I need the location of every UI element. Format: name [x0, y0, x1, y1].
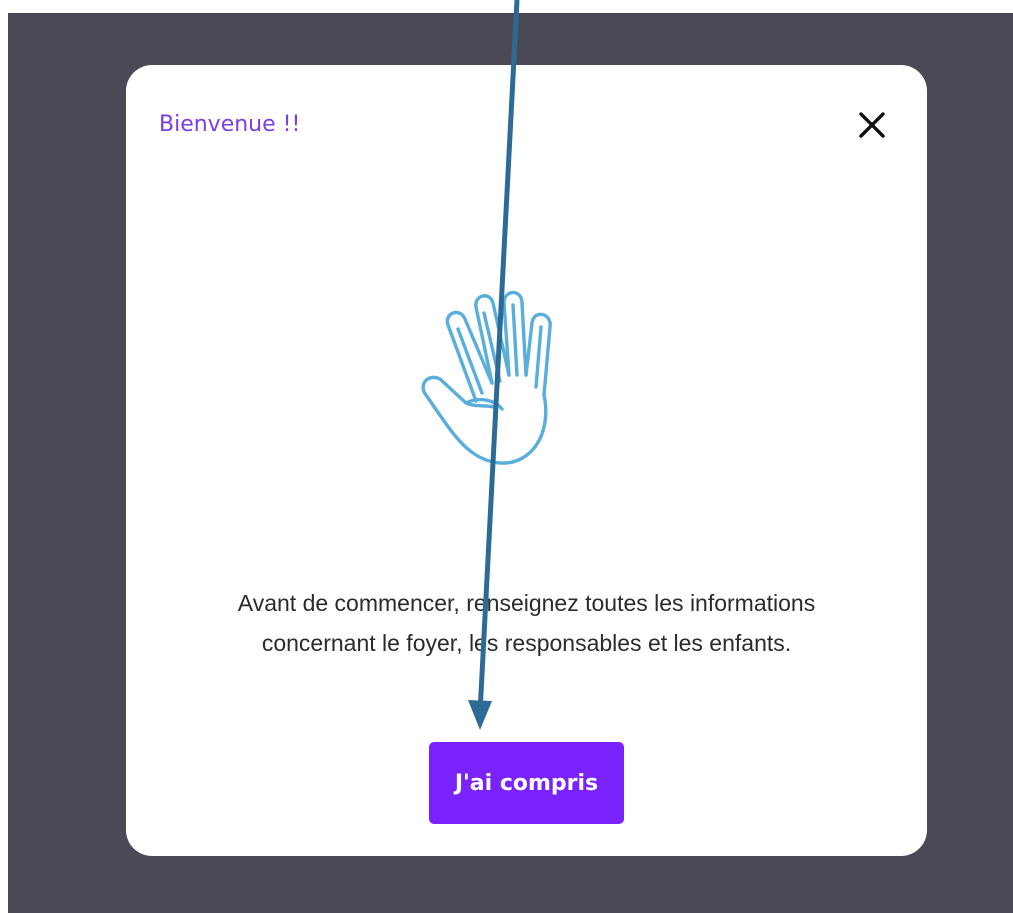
message-line: concernant le foyer, les responsables et…: [261, 630, 792, 656]
message-line: Avant de commencer, renseignez toutes le…: [237, 590, 816, 616]
screen: Bienvenue !! Avant de commencer, renseig…: [0, 0, 1013, 913]
close-icon: [859, 112, 885, 138]
dialog-message: Avant de commencer, renseignez toutes le…: [146, 583, 907, 663]
welcome-dialog: Bienvenue !! Avant de commencer, renseig…: [126, 65, 927, 856]
waving-hand-icon: [421, 290, 552, 465]
close-button[interactable]: [850, 103, 894, 147]
dialog-title: Bienvenue !!: [159, 112, 301, 137]
confirm-button[interactable]: J'ai compris: [429, 742, 624, 824]
